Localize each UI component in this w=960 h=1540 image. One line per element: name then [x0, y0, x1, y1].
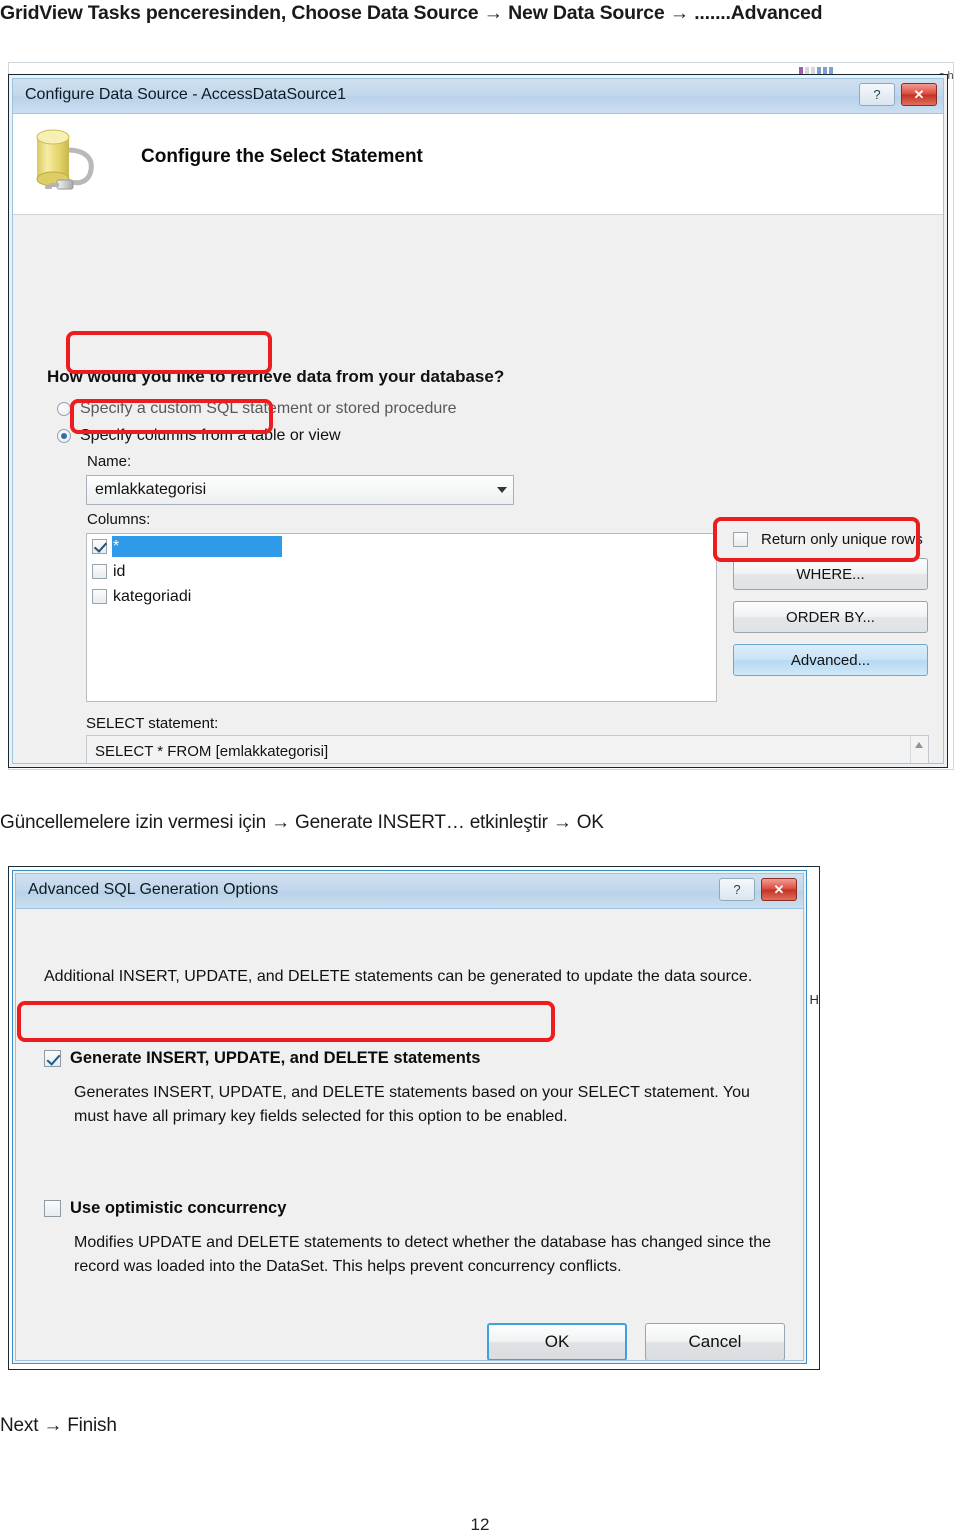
column-label-star: * [113, 537, 120, 555]
radio-specify-custom-sql[interactable]: Specify a custom SQL statement or stored… [57, 400, 456, 418]
checkbox-optimistic-concurrency[interactable]: Use optimistic concurrency [44, 1199, 286, 1218]
checkbox-icon-unique-rows[interactable] [733, 532, 748, 547]
caption-bottom: Next → Finish [0, 1415, 117, 1436]
close-icon[interactable]: ✕ [901, 83, 937, 106]
chevron-down-icon [497, 487, 507, 493]
return-unique-rows-label: Return only unique rows [761, 531, 923, 548]
description-optimistic-concurrency: Modifies UPDATE and DELETE statements to… [74, 1234, 771, 1275]
query-options-panel: Return only unique rows WHERE... ORDER B… [733, 531, 928, 687]
select-statement-label: SELECT statement: [86, 715, 219, 732]
caption-middle: Güncellemelere izin vermesi için → Gener… [0, 812, 604, 833]
radio-label-custom-sql: Specify a custom SQL statement or stored… [80, 400, 457, 417]
ok-button[interactable]: OK [487, 1323, 627, 1360]
columns-listbox[interactable]: * id kategoriadi [86, 533, 717, 702]
dialog1-titlebar-buttons: ? ✕ [859, 83, 937, 106]
caption-top: GridView Tasks penceresinden, Choose Dat… [0, 2, 823, 24]
select-statement-textarea[interactable]: SELECT * FROM [emlakkategorisi] [86, 735, 929, 763]
dialog2-inner-frame: Advanced SQL Generation Options ? ✕ Addi… [15, 873, 804, 1361]
dialog2-title: Advanced SQL Generation Options [28, 881, 279, 898]
dialog2-titlebar: Advanced SQL Generation Options ? ✕ [16, 874, 803, 909]
label-generate-statements: Generate INSERT, UPDATE, and DELETE stat… [70, 1049, 481, 1067]
advanced-intro-text: Additional INSERT, UPDATE, and DELETE st… [44, 968, 753, 985]
dialog1-heading: Configure the Select Statement [141, 146, 423, 167]
dialog1-titlebar: Configure Data Source - AccessDataSource… [13, 79, 943, 114]
list-item[interactable]: id [87, 559, 716, 584]
column-label-kategoriadi: kategoriadi [113, 587, 192, 605]
dialog1-header-band: Configure the Select Statement [13, 114, 943, 215]
radio-label-specify-columns: Specify columns from a table or view [80, 427, 341, 444]
help-icon[interactable]: ? [859, 83, 895, 106]
description-generate-statements: Generates INSERT, UPDATE, and DELETE sta… [74, 1084, 750, 1125]
list-item[interactable]: kategoriadi [87, 584, 716, 609]
select-statement-scrollbar[interactable] [910, 736, 928, 763]
checkbox-icon-star[interactable] [92, 539, 107, 554]
name-label: Name: [87, 453, 132, 470]
where-button[interactable]: WHERE... [733, 558, 928, 590]
checkbox-icon-optimistic-concurrency[interactable] [44, 1200, 61, 1217]
radio-icon-specify-columns [57, 429, 71, 443]
list-item[interactable]: * [87, 534, 716, 559]
checkbox-generate-statements[interactable]: Generate INSERT, UPDATE, and DELETE stat… [44, 1049, 480, 1068]
dialog2-titlebar-buttons: ? ✕ [719, 878, 797, 901]
dialog1-body: How would you like to retrieve data from… [13, 215, 943, 763]
database-plug-icon [36, 129, 94, 190]
page-number: 12 [470, 1515, 490, 1534]
label-optimistic-concurrency: Use optimistic concurrency [70, 1199, 287, 1217]
column-label-id: id [113, 562, 126, 580]
checkbox-icon-generate-statements[interactable] [44, 1050, 61, 1067]
select-statement-value: SELECT * FROM [emlakkategorisi] [95, 743, 329, 760]
dialog-advanced-sql-generation-options: Advanced SQL Generation Options ? ✕ Addi… [12, 870, 807, 1364]
dialog1-title: Configure Data Source - AccessDataSource… [25, 86, 347, 103]
return-unique-rows-row[interactable]: Return only unique rows [733, 531, 928, 548]
dialog2-buttons: OK Cancel [487, 1323, 785, 1360]
columns-label: Columns: [87, 511, 151, 528]
dialog-configure-data-source: Configure Data Source - AccessDataSource… [8, 74, 948, 768]
retrieve-data-question: How would you like to retrieve data from… [47, 367, 505, 386]
scroll-up-icon[interactable] [915, 742, 923, 748]
help-icon[interactable]: ? [719, 878, 755, 901]
radio-specify-columns[interactable]: Specify columns from a table or view [57, 427, 341, 445]
dialog2-body: Additional INSERT, UPDATE, and DELETE st… [16, 909, 803, 1360]
cancel-button[interactable]: Cancel [645, 1323, 785, 1360]
advanced-button[interactable]: Advanced... [733, 644, 928, 676]
order-by-button[interactable]: ORDER BY... [733, 601, 928, 633]
radio-icon-custom-sql [57, 402, 71, 416]
dialog1-inner-frame: Configure Data Source - AccessDataSource… [12, 78, 944, 764]
table-name-value: emlakkategorisi [95, 481, 207, 498]
close-icon[interactable]: ✕ [761, 878, 797, 901]
background-toolbar-strip [799, 63, 919, 76]
checkbox-icon-kategoriadi[interactable] [92, 589, 107, 604]
checkbox-icon-id[interactable] [92, 564, 107, 579]
selection-highlight [112, 536, 282, 557]
table-name-dropdown[interactable]: emlakkategorisi [86, 475, 514, 505]
